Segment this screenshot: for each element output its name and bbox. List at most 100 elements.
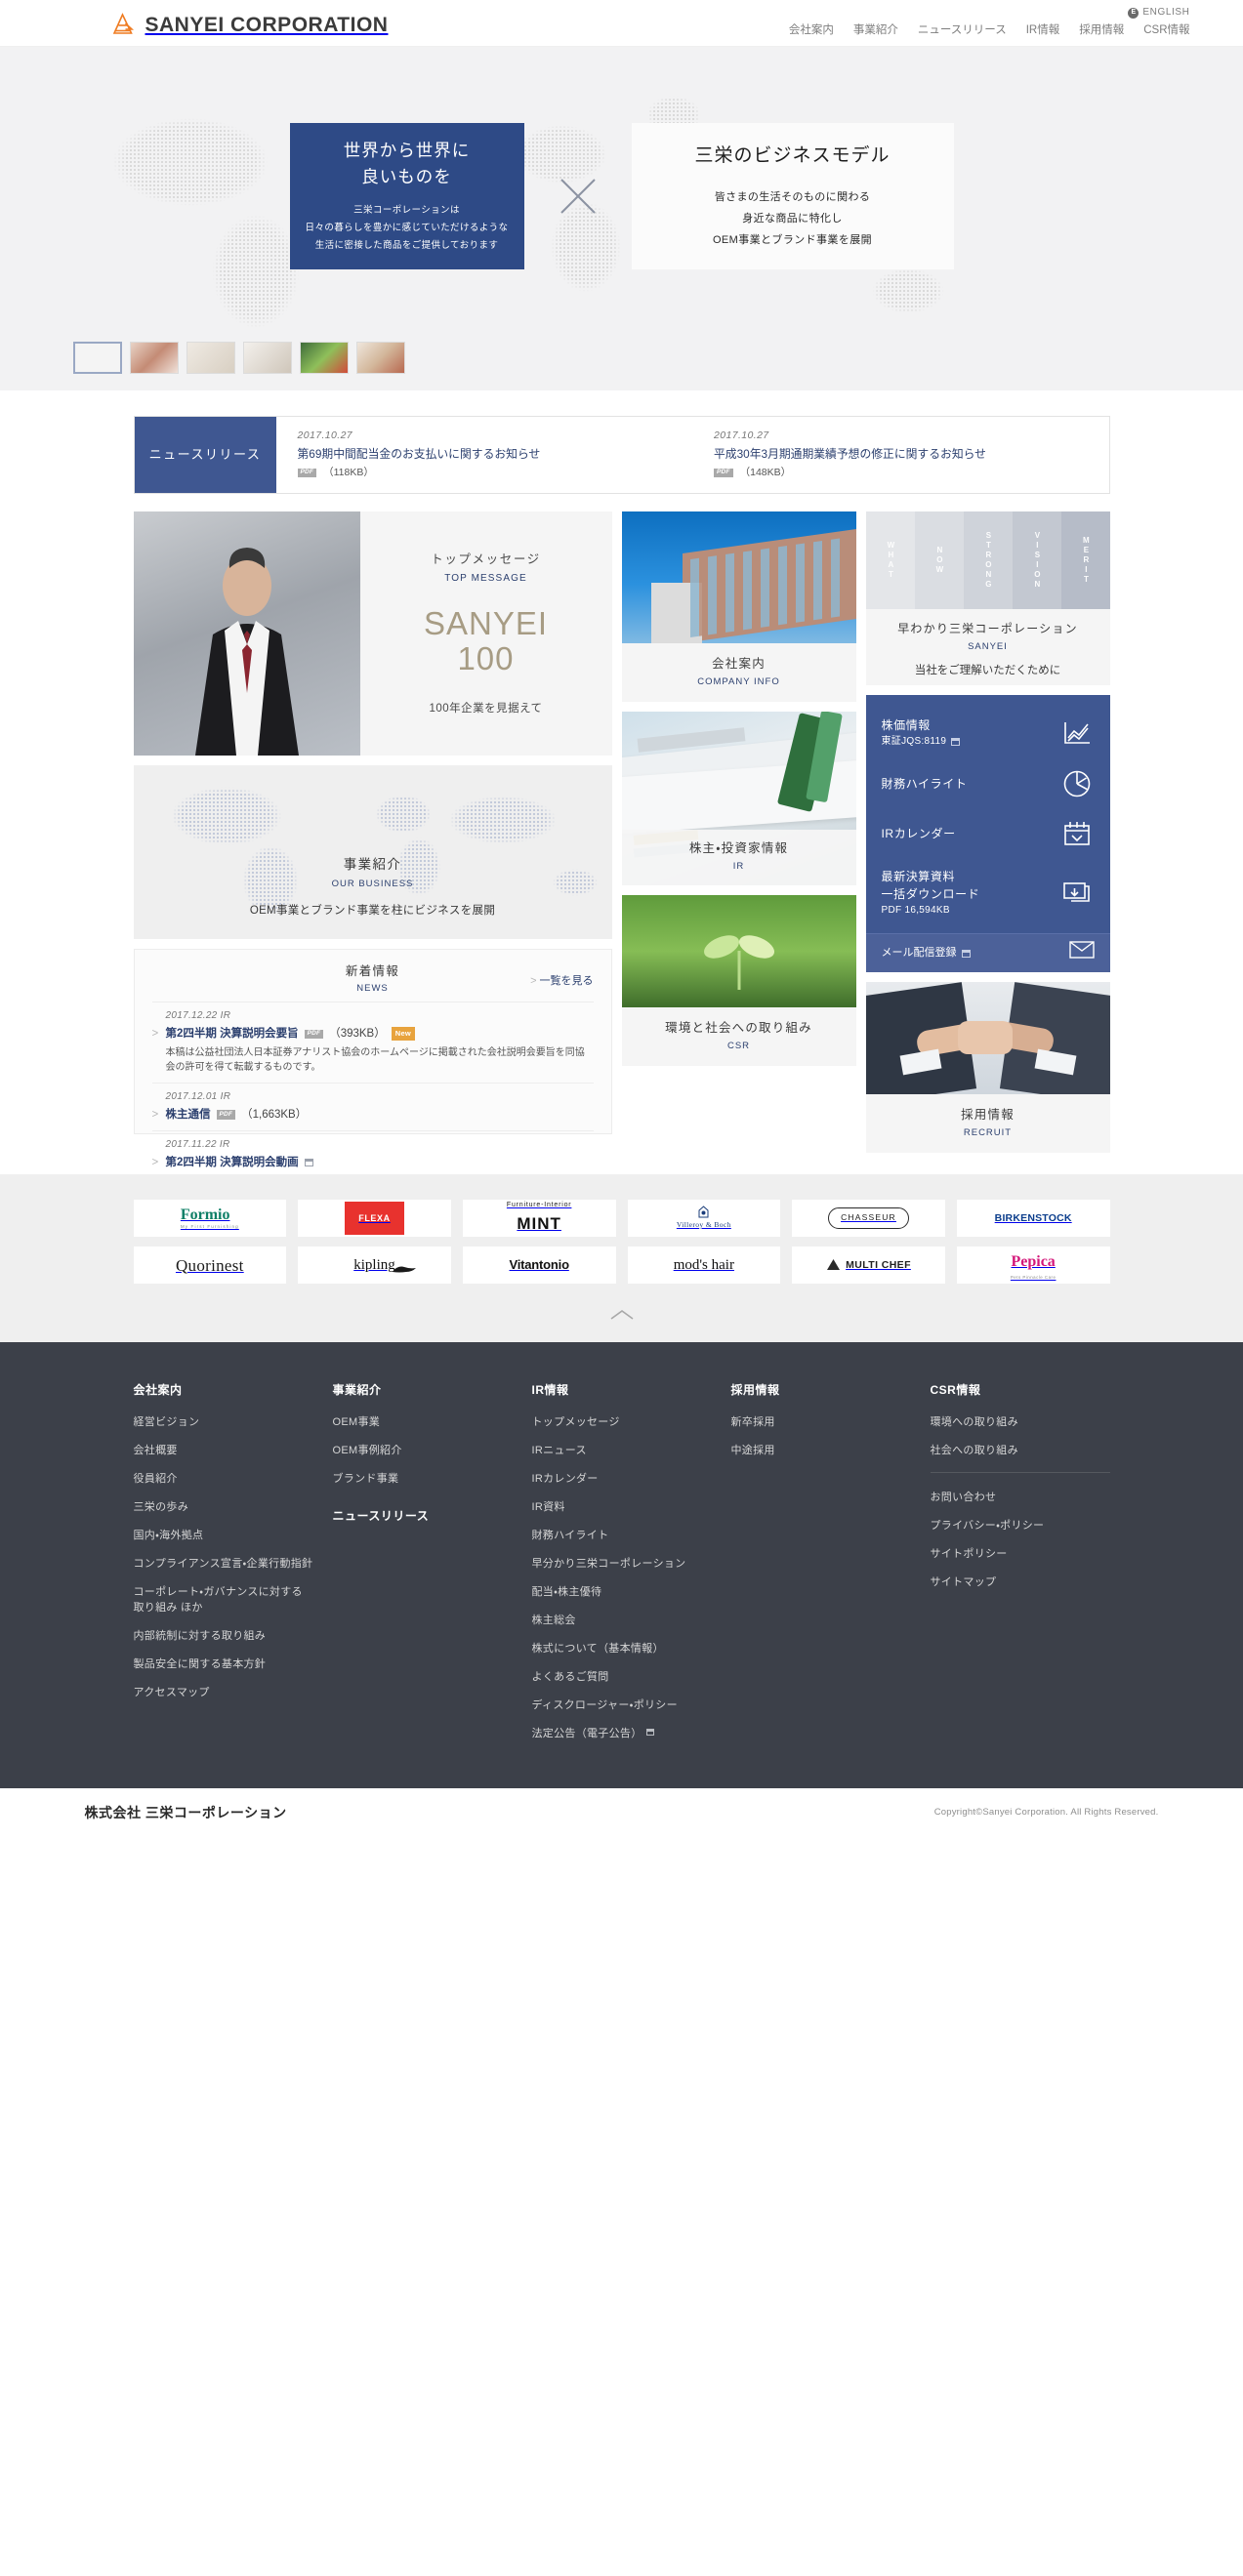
company-info-en-title: COMPANY INFO [697,676,780,688]
footer-link[interactable]: コンプライアンス宣言・企業行動指針 [134,1557,313,1573]
footer-column-ir: IR情報 トップメッセージ IRニュース IRカレンダー IR資料 財務ハイライ… [532,1381,712,1754]
footer-link-site-policy[interactable]: サイトポリシー [931,1547,1110,1563]
brand-flexa[interactable]: FLEXA [298,1200,451,1238]
footer-link[interactable]: IRニュース [532,1444,712,1459]
footer-link[interactable]: 経営ビジョン [134,1415,313,1431]
hero-thumb-interior[interactable] [243,342,292,374]
brand-multi-chef[interactable]: MULTI CHEF [792,1247,945,1285]
footer-link[interactable]: 内部統制に対する取り組み [134,1629,313,1645]
hero-thumb-slippers[interactable] [186,342,235,374]
hero-left-body-line1: 三栄コーポレーションは [353,205,460,217]
news-list-item[interactable]: 2017.12.01 IR > 株主通信 PDF （1,663KB） [151,1082,594,1130]
nav-item-csr[interactable]: CSR情報 [1143,21,1189,39]
nav-item-news-release[interactable]: ニュースリリース [918,21,1007,39]
footer-link[interactable]: 配当・株主優待 [532,1585,712,1601]
nav-item-company[interactable]: 会社案内 [789,21,834,39]
footer-link[interactable]: 役員紹介 [134,1472,313,1488]
brand-name: CHASSEUR [828,1207,909,1229]
footer-link[interactable]: 会社概要 [134,1444,313,1459]
footer-link[interactable]: トップメッセージ [532,1415,712,1431]
brand-pepica[interactable]: Pepica Pets Pinnacle Care [956,1247,1110,1285]
brand-chasseur[interactable]: CHASSEUR [792,1200,945,1238]
footer-link[interactable]: 早分かり三栄コーポレーション [532,1557,712,1573]
footer-link[interactable]: OEM事業 [333,1415,513,1431]
hero-thumb-toys[interactable] [300,342,349,374]
card-hayawakari[interactable]: WHAT NOW STRONG VISION MERIT 早わかり三栄コーポレー… [865,511,1110,686]
footer-link[interactable]: IRカレンダー [532,1472,712,1488]
hayawakari-jp-title: 早わかり三栄コーポレーション [897,622,1078,636]
hero-thumb-tableware[interactable] [356,342,405,374]
hero-thumb-cosmetics[interactable] [130,342,179,374]
news-release-filesize: （118KB） [323,467,374,479]
brand-mint[interactable]: Furniture-Interior MINT [462,1200,616,1238]
footer-link[interactable]: 環境への取り組み [931,1415,1110,1431]
footer-link[interactable]: 財務ハイライト [532,1529,712,1544]
page-top-button[interactable] [609,1305,635,1329]
hero-thumb-world-map[interactable] [73,342,122,374]
news-release-item[interactable]: 2017.10.27 第69期中間配当金のお支払いに関するお知らせ PDF （1… [276,417,693,493]
brand-villeroy-boch[interactable]: Villeroy & Boch [627,1200,781,1238]
card-csr[interactable]: 環境と社会への取り組み CSR [621,895,856,1067]
card-company-info[interactable]: 会社案内 COMPANY INFO [621,511,856,703]
footer-link[interactable]: 株式について（基本情報） [532,1642,712,1657]
card-our-business[interactable]: 事業紹介 OUR BUSINESS OEM事業とブランド事業を柱にビジネスを展開 [133,765,612,940]
nav-item-business[interactable]: 事業紹介 [853,21,898,39]
brand-birkenstock[interactable]: BIRKENSTOCK [956,1200,1110,1238]
ir-link-stock-price[interactable]: 株価情報 東証JQS:8119 [882,709,1095,760]
nav-item-ir[interactable]: IR情報 [1026,21,1060,39]
footer-link[interactable]: 三栄の歩み [134,1500,313,1516]
brand-quorinest[interactable]: Quorinest [133,1247,287,1285]
segment-label: NOW [934,546,944,576]
ir-link-mail-subscription[interactable]: メール配信登録 [865,933,1110,972]
footer-link[interactable]: 社会への取り組み [931,1444,1110,1459]
site-footer: 会社案内 経営ビジョン 会社概要 役員紹介 三栄の歩み 国内・海外拠点 コンプラ… [0,1342,1243,1788]
footer-link[interactable]: 国内・海外拠点 [134,1529,313,1544]
footer-link-privacy-policy[interactable]: プライバシー・ポリシー [931,1519,1110,1534]
footer-link[interactable]: OEM事例紹介 [333,1444,513,1459]
ir-link-latest-results-download[interactable]: 最新決算資料 一括ダウンロード PDF 16,594KB [882,860,1095,929]
footer-link-sitemap[interactable]: サイトマップ [931,1575,1110,1591]
footer-link[interactable]: 株主総会 [532,1614,712,1629]
news-view-all-link[interactable]: > 一覧を見る [530,973,593,991]
ir-link-financial-highlights[interactable]: 財務ハイライト [882,760,1095,810]
card-ir[interactable]: 株主・投資家情報 IR [621,712,856,886]
news-release-item[interactable]: 2017.10.27 平成30年3月期通期業績予想の修正に関するお知らせ PDF… [692,417,1109,493]
footer-link[interactable]: ブランド事業 [333,1472,513,1488]
footer-link-contact[interactable]: お問い合わせ [931,1491,1110,1506]
news-list-item[interactable]: 2017.12.22 IR > 第2四半期 決算説明会要旨 PDF （393KB… [151,1002,594,1082]
ir-link-ir-calendar[interactable]: IRカレンダー [882,810,1095,860]
footer-link[interactable]: 新卒採用 [731,1415,911,1431]
segment-label: WHAT [886,541,895,581]
brand-name: Formio [180,1206,230,1223]
brand-vitantonio[interactable]: Vitantonio [462,1247,616,1285]
footer-link[interactable]: コーポレート・ガバナンスに対する取り組み ほか [134,1585,313,1616]
nav-item-recruit[interactable]: 採用情報 [1079,21,1124,39]
brand-kipling[interactable]: kipling [298,1247,451,1285]
footer-link[interactable]: アクセスマップ [134,1686,313,1701]
footer-link[interactable]: ディスクロージャー・ポリシー [532,1698,712,1714]
footer-link[interactable]: 中途採用 [731,1444,911,1459]
language-switch[interactable]: E ENGLISH [1128,5,1189,20]
footer-link[interactable]: 製品安全に関する基本方針 [134,1657,313,1673]
card-top-message[interactable]: トップメッセージ TOP MESSAGE SANYEI 100 100年企業を見… [133,511,612,756]
page-top-section [0,1305,1243,1343]
sanyei-100-line1: SANYEI [423,604,549,641]
news-list-item[interactable]: 2017.11.22 IR > 第2四半期 決算説明会動画 [151,1130,594,1178]
segment-strong: STRONG [963,511,1013,610]
business-sub: OEM事業とブランド事業を柱にビジネスを展開 [249,904,496,917]
brand-formio[interactable]: Formio My First Furnishing [133,1200,287,1238]
card-recruit[interactable]: 採用情報 RECRUIT [865,981,1110,1154]
sanyei-mark-icon [109,12,137,39]
brand-mods-hair[interactable]: mod's hair [627,1247,781,1285]
csr-en-title: CSR [726,1041,751,1052]
site-logo[interactable]: SANYEI CORPORATION [109,9,389,42]
footer-link[interactable]: よくあるご質問 [532,1670,712,1686]
footer-column-title: CSR情報 [930,1383,981,1398]
copyright-bar: 株式会社 三栄コーポレーション Copyright©Sanyei Corpora… [0,1787,1243,1837]
pdf-icon: PDF [297,468,317,478]
footer-column-title-news-release[interactable]: ニュースリリース [333,1507,513,1526]
footer-link-legal-notice[interactable]: 法定公告（電子公告） [532,1727,712,1742]
pdf-icon: PDF [304,1029,324,1040]
footer-link[interactable]: IR資料 [532,1500,712,1516]
news-box: 新着情報 NEWS > 一覧を見る 2017.12.22 IR > 第2四半期 決… [133,949,612,1168]
